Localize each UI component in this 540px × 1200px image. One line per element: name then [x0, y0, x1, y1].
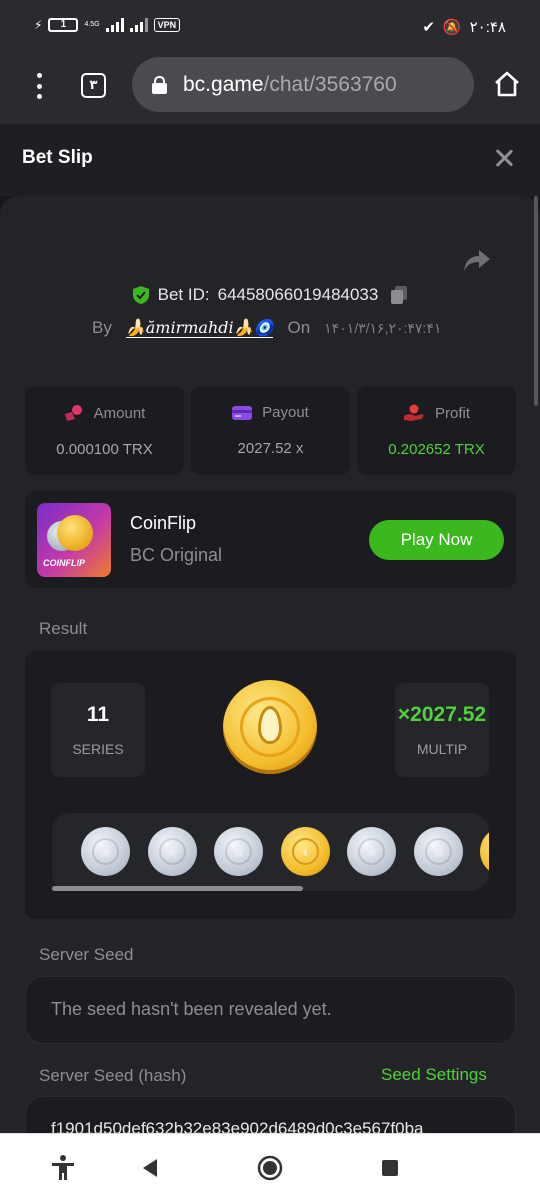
system-nav-bar	[0, 1133, 540, 1200]
back-icon[interactable]	[137, 1154, 165, 1182]
home-icon[interactable]	[493, 70, 521, 98]
shield-check-icon	[132, 286, 149, 304]
multiplier-value: ×2027.52	[397, 703, 487, 726]
vpn-badge: VPN	[153, 18, 181, 32]
clock: ۲۰:۴۸	[469, 19, 506, 36]
silver-coin-icon: ★	[413, 827, 463, 876]
browser-menu-icon[interactable]	[36, 73, 42, 99]
multiplier-label: MULTIP	[416, 741, 468, 757]
silver-coin-icon: ★	[147, 827, 197, 876]
game-thumbnail[interactable]: COINFLIP	[37, 503, 111, 577]
star-mark-icon: ★	[92, 838, 119, 865]
strip-scrollbar[interactable]	[52, 886, 303, 891]
coin-series-strip[interactable]: ★ ★ ★ ◖ ★ ★ ◖	[52, 813, 489, 891]
game-card: COINFLIP CoinFlip BC Original Play Now	[25, 491, 516, 588]
server-seed-field[interactable]: The seed hasn't been revealed yet.	[25, 976, 516, 1044]
recents-icon[interactable]	[376, 1154, 404, 1182]
star-mark-icon: ★	[225, 838, 252, 865]
amount-card: Amount 0.000100 TRX	[25, 386, 184, 475]
on-label: On	[287, 318, 311, 337]
silver-coin-icon: ★	[81, 827, 130, 876]
result-box: 11 SERIES ×2027.52 MULTIP ★ ★ ★ ◖ ★ ★ ◖	[25, 651, 516, 919]
profit-label: Profit	[434, 404, 470, 422]
close-icon[interactable]	[494, 148, 514, 168]
modal-header: Bet Slip	[0, 124, 540, 196]
bet-date: ۱۴۰۱/۳/۱۶,۲۰:۴۷:۴۱	[324, 319, 442, 336]
by-label: By	[92, 318, 112, 337]
bet-id-row: Bet ID: 64458066019484033	[0, 285, 540, 305]
silver-coin-icon: ★	[347, 827, 396, 876]
server-seed-hash-label: Server Seed (hash)	[39, 1066, 187, 1085]
lock-icon	[152, 75, 167, 94]
screen: ⚡ 1 4.5G VPN ✔ 🔕 ۲۰:۴۸ ۳ bc.game/chat/35…	[0, 0, 540, 1200]
copy-icon[interactable]	[390, 285, 408, 305]
modal-title: Bet Slip	[22, 147, 93, 168]
series-value: 11	[86, 703, 110, 726]
seed-settings-link[interactable]: Seed Settings	[381, 1065, 487, 1085]
series-label: SERIES	[72, 741, 124, 757]
result-label: Result	[39, 619, 88, 638]
status-bar: ⚡ 1 4.5G VPN ✔ 🔕 ۲۰:۴۸	[0, 0, 540, 58]
star-mark-icon: ★	[424, 838, 452, 865]
card-icon	[232, 405, 253, 420]
silver-coin-icon: ★	[214, 827, 263, 876]
battery-icon: 1	[48, 18, 79, 32]
charging-icon: ⚡	[34, 18, 43, 32]
profit-card: Profit 0.202652 TRX	[357, 386, 516, 475]
url-path: /chat/3563760	[263, 72, 397, 96]
tab-switcher-button[interactable]: ۳	[81, 73, 106, 98]
hand-coin-icon	[403, 404, 424, 421]
amount-value: 0.000100 TRX	[56, 441, 153, 458]
address-bar[interactable]: bc.game/chat/3563760	[132, 57, 474, 112]
server-seed-label: Server Seed	[39, 945, 134, 964]
thumbnail-label: COINFLIP	[43, 558, 85, 568]
egg-mark-icon: ◖	[291, 838, 319, 865]
url-host: bc.game	[183, 72, 264, 96]
signal-icon-2	[129, 18, 148, 32]
game-subtitle: BC Original	[130, 545, 223, 565]
share-icon[interactable]	[462, 247, 492, 273]
coins-icon	[64, 405, 82, 421]
check-icon: ✔	[422, 19, 435, 36]
payout-label: Payout	[262, 404, 309, 421]
accessibility-icon[interactable]	[49, 1154, 77, 1182]
payout-value: 2027.52 x	[237, 440, 304, 457]
result-coin-icon	[223, 680, 317, 774]
home-nav-icon[interactable]	[256, 1154, 284, 1182]
status-left: ⚡ 1 4.5G VPN	[34, 18, 181, 32]
game-name: CoinFlip	[130, 513, 197, 533]
series-stat: 11 SERIES	[51, 683, 145, 777]
star-mark-icon: ★	[158, 838, 186, 865]
bet-id-label: Bet ID:	[157, 285, 210, 304]
server-seed-value: The seed hasn't been revealed yet.	[51, 999, 332, 1019]
star-mark-icon: ★	[358, 838, 385, 865]
status-right: ✔ 🔕 ۲۰:۴۸	[422, 18, 506, 36]
username-link[interactable]: 🍌ămirmahdi🍌🧿	[125, 318, 274, 338]
play-now-button[interactable]: Play Now	[369, 520, 504, 560]
profit-value: 0.202652 TRX	[388, 441, 485, 458]
multiplier-stat: ×2027.52 MULTIP	[395, 683, 489, 777]
coin-gold-icon	[57, 515, 93, 551]
browser-toolbar: ۳ bc.game/chat/3563760	[0, 57, 540, 124]
bet-id-value: 64458066019484033	[217, 285, 379, 304]
network-type: 4.5G	[84, 21, 100, 28]
gold-coin-icon: ◖	[480, 827, 489, 876]
gold-coin-icon: ◖	[280, 827, 330, 876]
amount-label: Amount	[93, 404, 146, 422]
bet-author-row: By 🍌ămirmahdi🍌🧿 On ۱۴۰۱/۳/۱۶,۲۰:۴۷:۴۱	[92, 318, 441, 338]
mute-icon: 🔕	[442, 19, 462, 36]
payout-card: Payout 2027.52 x	[191, 386, 350, 475]
signal-icon	[105, 18, 124, 32]
